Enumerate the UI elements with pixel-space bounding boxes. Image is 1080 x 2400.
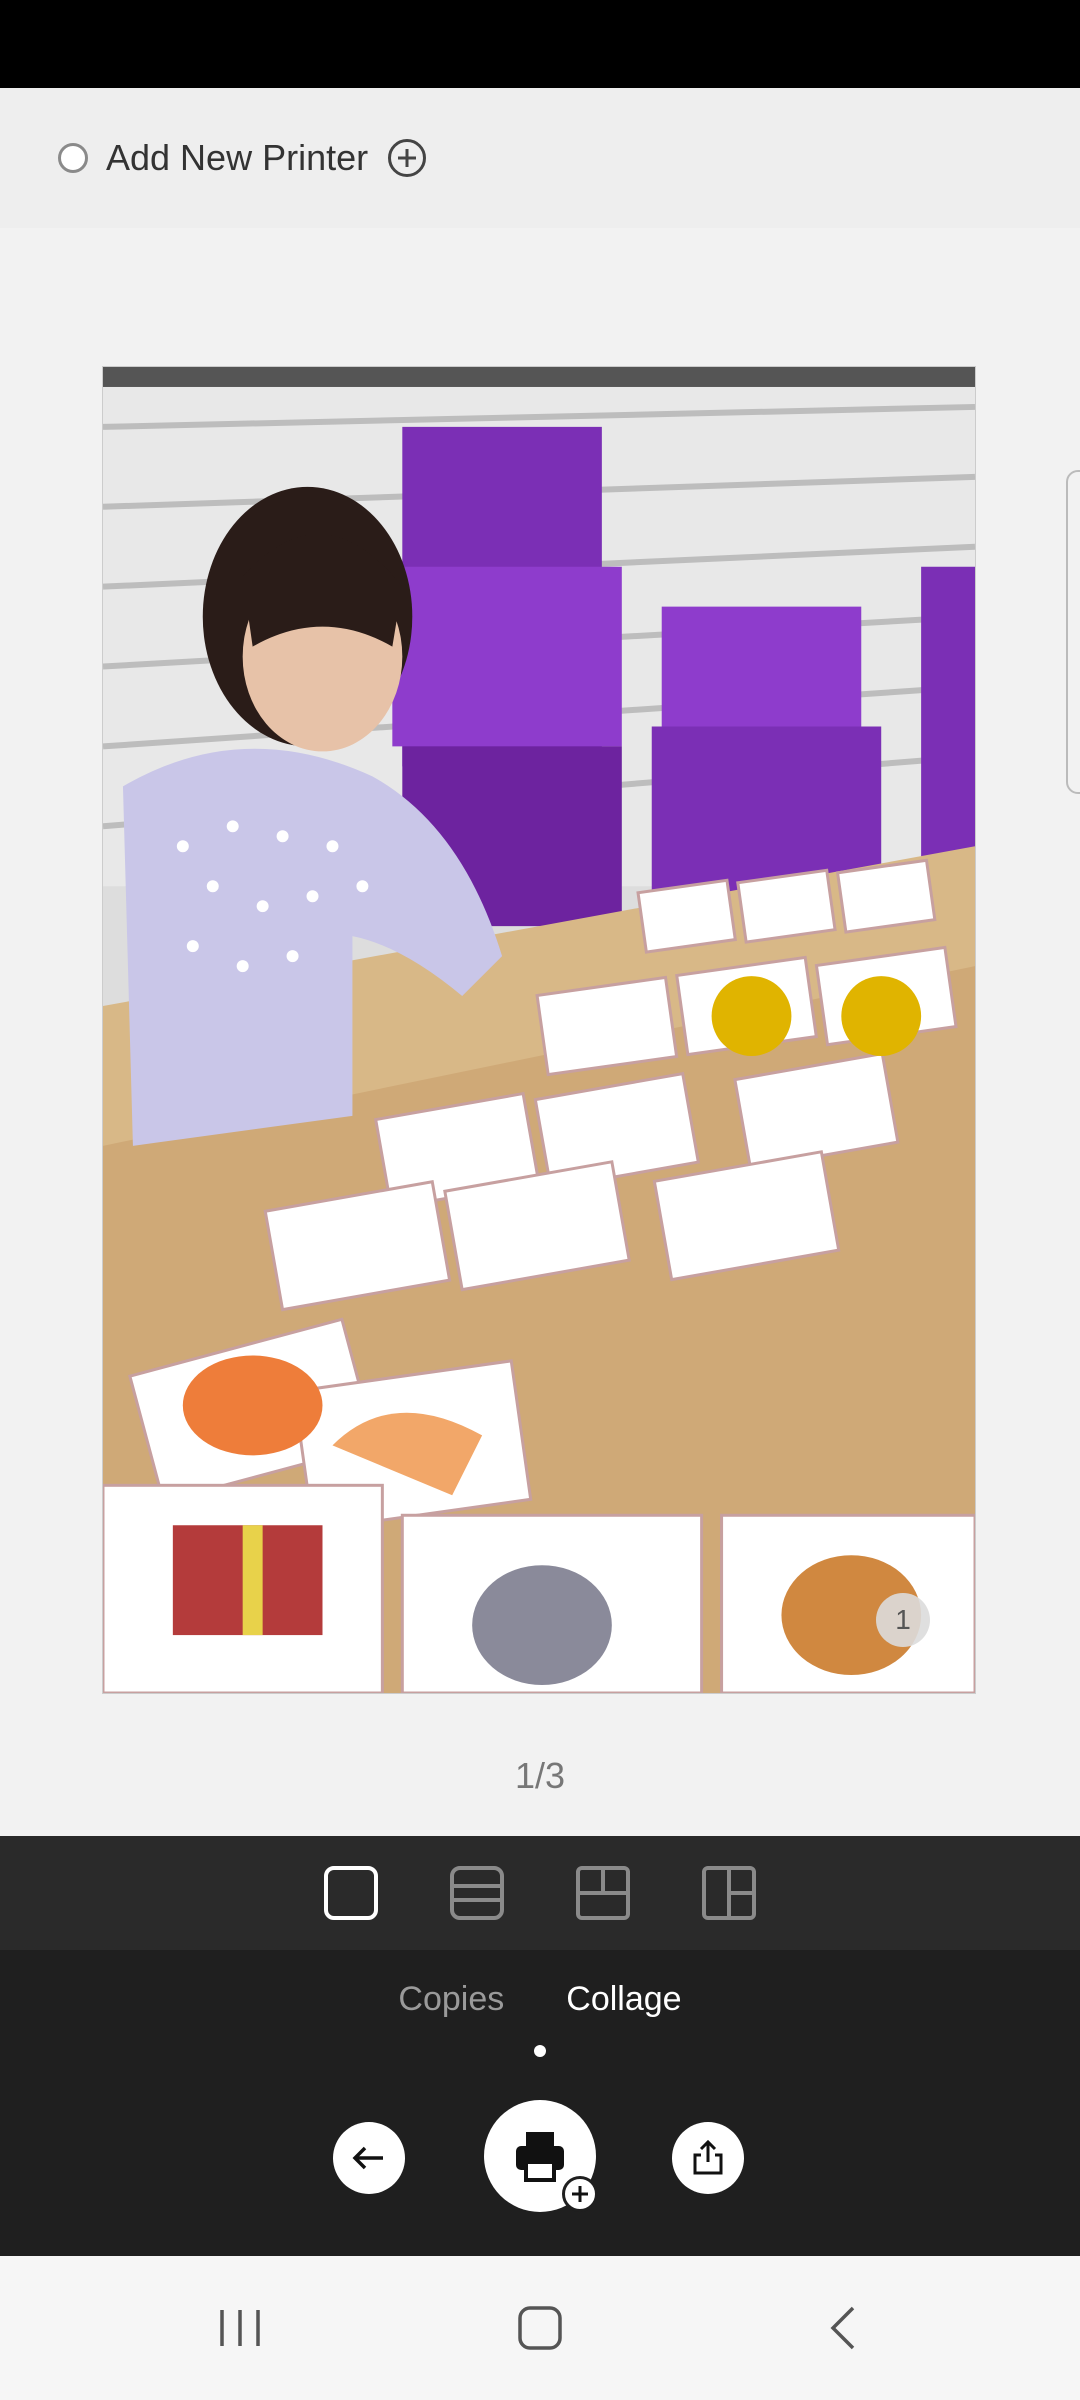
photo-preview[interactable] (102, 366, 976, 1694)
layout-single-icon[interactable] (323, 1865, 379, 1921)
page-indicator: 1/3 (514, 1755, 566, 1796)
printer-icon (516, 2132, 564, 2182)
add-printer-icon[interactable] (388, 139, 427, 177)
side-panel-handle[interactable] (1066, 470, 1080, 794)
bottom-panel: Copies Collage (0, 1950, 1080, 2256)
add-copy-icon (562, 2176, 598, 2212)
layout-bar (0, 1836, 1080, 1950)
layout-three-vertical-icon[interactable] (701, 1865, 757, 1921)
back-button[interactable] (333, 2122, 405, 2194)
action-row (0, 2100, 1080, 2212)
printer-bar: Add New Printer (0, 88, 1080, 228)
layout-three-grid-icon[interactable] (575, 1865, 631, 1921)
system-nav-bar (0, 2256, 1080, 2400)
tab-collage[interactable]: Collage (566, 1980, 681, 2019)
arrow-left-icon (352, 2146, 383, 2170)
recent-apps-icon[interactable] (210, 2298, 270, 2358)
back-nav-icon[interactable] (815, 2298, 875, 2358)
home-icon[interactable] (510, 2298, 570, 2358)
photo-count-badge: 1 (876, 1593, 930, 1647)
status-bar (0, 0, 1080, 88)
printer-radio[interactable] (58, 143, 88, 173)
add-new-printer-label[interactable]: Add New Printer (106, 137, 368, 179)
tab-copies[interactable]: Copies (398, 1980, 504, 2019)
active-tab-indicator (534, 2045, 546, 2057)
share-button[interactable] (672, 2122, 744, 2194)
print-button[interactable] (484, 2100, 598, 2212)
mode-tabs: Copies Collage (0, 1980, 1080, 2019)
share-icon (693, 2139, 723, 2175)
photo-image (103, 367, 975, 1693)
layout-two-horizontal-icon[interactable] (449, 1865, 505, 1921)
